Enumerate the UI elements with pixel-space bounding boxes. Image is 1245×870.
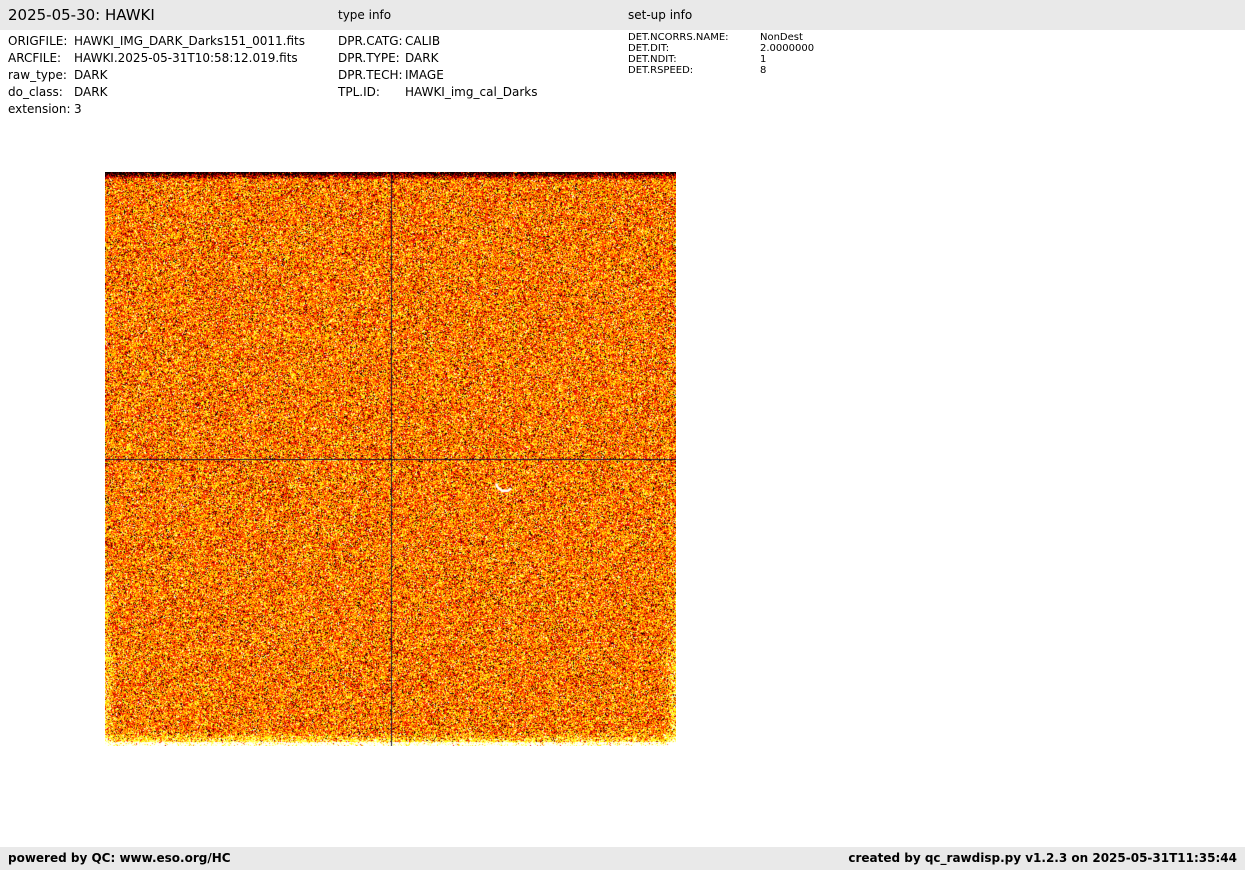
tpl-id-value: HAWKI_img_cal_Darks <box>405 85 538 99</box>
footer-created-by: created by qc_rawdisp.py v1.2.3 on 2025-… <box>848 851 1237 865</box>
tpl-id-label: TPL.ID: <box>338 84 405 101</box>
meta-row-dit: DET.DIT:2.0000000 <box>628 43 814 54</box>
dark-frame-axes <box>40 160 720 810</box>
dpr-catg-label: DPR.CATG: <box>338 33 405 50</box>
rspeed-label: DET.RSPEED: <box>628 65 760 76</box>
meta-row-origfile: ORIGFILE:HAWKI_IMG_DARK_Darks151_0011.fi… <box>8 33 305 50</box>
setup-info-heading: set-up info <box>628 8 692 22</box>
meta-row-dpr-tech: DPR.TECH:IMAGE <box>338 67 538 84</box>
ndit-label: DET.NDIT: <box>628 54 760 65</box>
dark-frame-image-plot <box>40 160 720 810</box>
setup-info-block: DET.NCORRS.NAME:NonDest DET.DIT:2.000000… <box>628 32 814 76</box>
meta-row-rspeed: DET.RSPEED:8 <box>628 65 814 76</box>
dpr-tech-value: IMAGE <box>405 68 444 82</box>
histogram-full-plot <box>860 272 1220 452</box>
page-title: 2025-05-30: HAWKI <box>8 6 155 24</box>
footer-powered-by: powered by QC: www.eso.org/HC <box>8 851 231 865</box>
dit-value: 2.0000000 <box>760 43 814 54</box>
histogram-detail-plot <box>860 100 1220 280</box>
ndit-value: 1 <box>760 54 766 65</box>
qc-report-page: 2025-05-30: HAWKI type info set-up info … <box>0 0 1245 870</box>
colorbar <box>690 100 810 825</box>
type-info-heading: type info <box>338 8 391 22</box>
meta-row-tpl-id: TPL.ID:HAWKI_img_cal_Darks <box>338 84 538 101</box>
file-metadata-block: ORIGFILE:HAWKI_IMG_DARK_Darks151_0011.fi… <box>8 33 305 118</box>
ncorrs-value: NonDest <box>760 32 803 43</box>
origfile-value: HAWKI_IMG_DARK_Darks151_0011.fits <box>74 34 305 48</box>
doclass-value: DARK <box>74 85 107 99</box>
top-header-bar <box>0 0 1245 30</box>
meta-row-ndit: DET.NDIT:1 <box>628 54 814 65</box>
ncorrs-label: DET.NCORRS.NAME: <box>628 32 760 43</box>
dpr-catg-value: CALIB <box>405 34 440 48</box>
dpr-type-value: DARK <box>405 51 438 65</box>
doclass-label: do_class: <box>8 84 74 101</box>
meta-row-arcfile: ARCFILE:HAWKI.2025-05-31T10:58:12.019.fi… <box>8 50 305 67</box>
dpr-tech-label: DPR.TECH: <box>338 67 405 84</box>
dpr-type-label: DPR.TYPE: <box>338 50 405 67</box>
cut-in-y-plot <box>860 673 1220 870</box>
extension-value: 3 <box>74 102 82 116</box>
rawtype-label: raw_type: <box>8 67 74 84</box>
meta-row-dpr-catg: DPR.CATG:CALIB <box>338 33 538 50</box>
origfile-label: ORIGFILE: <box>8 33 74 50</box>
meta-row-ncorrs: DET.NCORRS.NAME:NonDest <box>628 32 814 43</box>
arcfile-value: HAWKI.2025-05-31T10:58:12.019.fits <box>74 51 298 65</box>
type-info-block: DPR.CATG:CALIB DPR.TYPE:DARK DPR.TECH:IM… <box>338 33 538 101</box>
arcfile-label: ARCFILE: <box>8 50 74 67</box>
rawtype-value: DARK <box>74 68 107 82</box>
dit-label: DET.DIT: <box>628 43 760 54</box>
meta-row-rawtype: raw_type:DARK <box>8 67 305 84</box>
meta-row-extension: extension:3 <box>8 101 305 118</box>
rspeed-value: 8 <box>760 65 766 76</box>
meta-row-doclass: do_class:DARK <box>8 84 305 101</box>
meta-row-dpr-type: DPR.TYPE:DARK <box>338 50 538 67</box>
extension-label: extension: <box>8 101 74 118</box>
colorbar-gradient <box>690 100 810 825</box>
